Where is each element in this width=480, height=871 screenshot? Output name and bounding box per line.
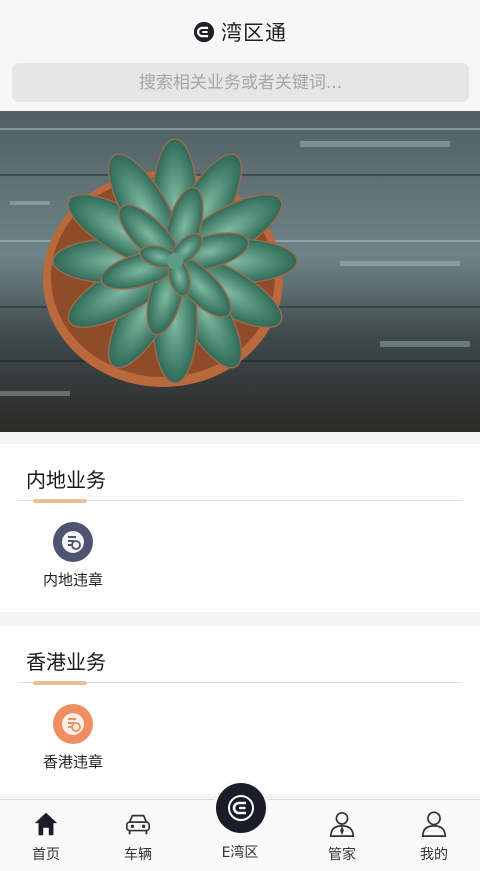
app-brand: 湾区通 xyxy=(0,14,480,50)
hongkong-violation-tile[interactable]: 香港违章 xyxy=(35,704,111,774)
mainland-violation-tile[interactable]: 内地违章 xyxy=(35,522,111,592)
nav-home[interactable]: 首页 xyxy=(6,810,86,864)
nav-label: E湾区 xyxy=(221,845,259,861)
butler-icon xyxy=(329,811,355,837)
nav-label: 车辆 xyxy=(124,847,152,863)
section-title-underline xyxy=(33,499,87,503)
mainland-services-section: 内地业务 内地违章 xyxy=(0,444,480,612)
violation-icon xyxy=(53,704,93,744)
nav-e-bay-button[interactable] xyxy=(216,783,266,833)
banner-carousel[interactable] xyxy=(0,111,480,432)
home-icon xyxy=(34,812,58,836)
banner-image xyxy=(0,111,480,432)
car-icon xyxy=(125,814,151,835)
tile-label: 内地违章 xyxy=(42,571,103,589)
section-title: 内地业务 xyxy=(26,468,106,492)
nav-label: 首页 xyxy=(32,847,60,863)
section-title-underline xyxy=(33,681,87,685)
nav-label: 管家 xyxy=(328,847,356,863)
section-title: 香港业务 xyxy=(26,650,106,674)
app-title: 湾区通 xyxy=(221,21,287,45)
violation-icon xyxy=(53,522,93,562)
user-icon xyxy=(421,811,447,837)
top-header: 湾区通 xyxy=(0,0,480,110)
nav-vehicles[interactable]: 车辆 xyxy=(98,810,178,864)
hongkong-services-section: 香港业务 香港违章 xyxy=(0,626,480,794)
nav-butler[interactable]: 管家 xyxy=(302,810,382,864)
e-logo-icon xyxy=(228,795,254,821)
search-bar[interactable] xyxy=(12,63,469,102)
app-logo-icon xyxy=(193,21,215,43)
search-input[interactable] xyxy=(12,63,469,102)
nav-mine[interactable]: 我的 xyxy=(394,810,474,864)
nav-label: 我的 xyxy=(420,847,448,863)
tile-label: 香港违章 xyxy=(42,753,103,771)
